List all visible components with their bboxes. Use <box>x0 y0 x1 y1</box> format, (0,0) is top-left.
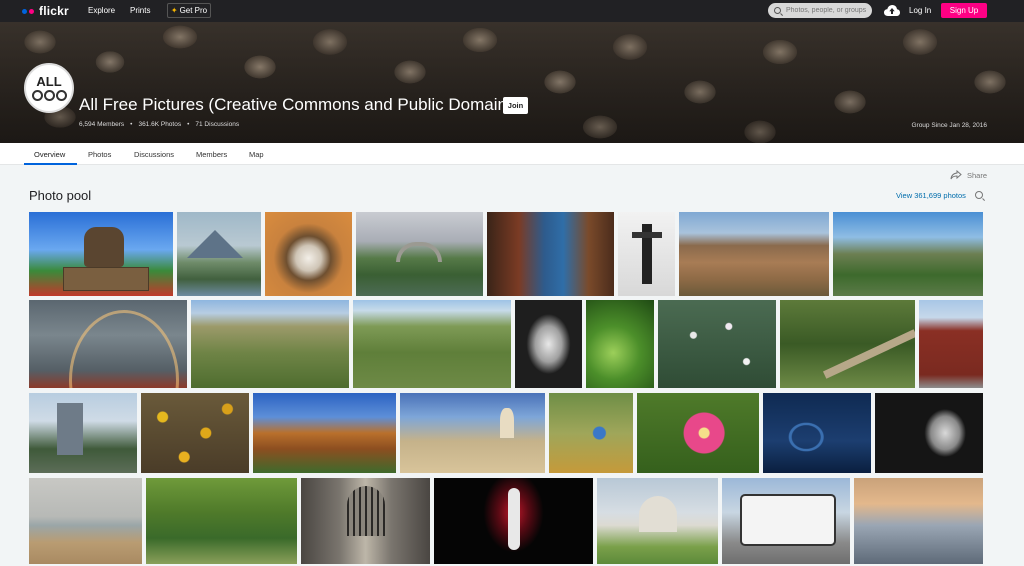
search-box[interactable] <box>768 3 872 18</box>
photo-red-hills[interactable] <box>679 212 829 296</box>
tab-map[interactable]: Map <box>249 150 264 159</box>
photo-animal-pipe[interactable] <box>265 212 352 296</box>
search-icon <box>774 7 781 14</box>
photo-pool-title: Photo pool <box>29 188 92 203</box>
photo-seaside-promenade[interactable] <box>400 393 545 473</box>
discussions-count: 71 Discussions <box>195 121 240 128</box>
view-all-photos-link[interactable]: View 361,699 photos <box>896 191 966 200</box>
upload-cloud-icon[interactable] <box>884 4 900 17</box>
photo-green-mountains[interactable] <box>833 212 983 296</box>
group-title: All Free Pictures (Creative Commons and … <box>79 95 513 114</box>
cc-ring-icon <box>55 90 67 101</box>
group-avatar-rings <box>31 90 67 101</box>
photo-fallen-tree[interactable] <box>780 300 915 388</box>
active-tab-indicator <box>24 163 77 165</box>
photo-dancer-red-light[interactable] <box>434 478 593 564</box>
photo-double-rainbow[interactable] <box>29 300 187 388</box>
get-pro-button[interactable]: ✦ Get Pro <box>167 3 211 18</box>
photo-city-tower[interactable] <box>29 393 137 473</box>
tab-photos[interactable]: Photos <box>88 150 111 159</box>
photo-car-dashboard[interactable] <box>763 393 871 473</box>
photo-classical-rotunda[interactable] <box>597 478 718 564</box>
group-subnav: Overview Photos Discussions Members Map <box>0 143 1024 165</box>
logo-blue-dot <box>22 8 27 14</box>
photo-green-plant[interactable] <box>586 300 654 388</box>
group-since: Group Since Jan 28, 2016 <box>911 122 987 129</box>
photo-statue-pole[interactable] <box>618 212 675 296</box>
photo-baseball-statue[interactable] <box>29 212 173 296</box>
login-link[interactable]: Log In <box>909 6 931 15</box>
signup-button[interactable]: Sign Up <box>941 3 987 18</box>
tab-overview[interactable]: Overview <box>34 150 65 159</box>
group-avatar-text: ALL <box>36 74 62 89</box>
share-button[interactable]: Share <box>950 170 987 180</box>
top-navigation-bar: flickr Explore Prints ✦ Get Pro Log In S… <box>0 0 1024 22</box>
photo-white-flowers[interactable] <box>658 300 776 388</box>
photo-old-man-portrait[interactable] <box>875 393 983 473</box>
group-stats: 6,594 Members • 361.6K Photos • 71 Discussio… <box>79 121 239 128</box>
share-arrow-icon <box>950 170 962 180</box>
photo-double-decker-bus[interactable] <box>722 478 850 564</box>
photo-pier-sunset[interactable] <box>854 478 983 564</box>
separator-dot: • <box>130 121 133 128</box>
get-pro-label: Get Pro <box>179 6 208 15</box>
photo-mountain-harbor[interactable] <box>177 212 261 296</box>
photo-pink-flower[interactable] <box>637 393 759 473</box>
photo-steppe-shrubs[interactable] <box>191 300 349 388</box>
photo-stone-bridge[interactable] <box>356 212 483 296</box>
cc-ring-icon <box>43 90 55 101</box>
search-input[interactable] <box>786 7 866 14</box>
join-button[interactable]: Join <box>503 97 528 114</box>
photo-stone-corridor[interactable] <box>301 478 430 564</box>
pool-search-icon[interactable] <box>975 191 983 199</box>
members-count: 6,594 Members <box>79 121 125 128</box>
tab-discussions[interactable]: Discussions <box>134 150 174 159</box>
tab-members[interactable]: Members <box>196 150 227 159</box>
cc-ring-icon <box>31 90 43 101</box>
share-label: Share <box>967 170 988 180</box>
group-avatar[interactable]: ALL <box>24 63 74 113</box>
photo-cliff-water[interactable] <box>253 393 396 473</box>
logo-pink-dot <box>29 8 34 14</box>
photo-beach-people[interactable] <box>29 478 142 564</box>
photo-yellow-flowers[interactable] <box>141 393 249 473</box>
logo-text: flickr <box>39 4 69 18</box>
photo-forest-river[interactable] <box>146 478 297 564</box>
photos-count: 361.6K Photos <box>138 121 182 128</box>
photo-market-costumes[interactable] <box>487 212 614 296</box>
nav-explore[interactable]: Explore <box>88 6 115 15</box>
photo-woman-portrait[interactable] <box>515 300 582 388</box>
nav-prints[interactable]: Prints <box>130 6 150 15</box>
sparkle-icon: ✦ <box>170 6 178 15</box>
separator-dot: • <box>187 121 190 128</box>
flickr-logo[interactable]: flickr <box>22 4 69 18</box>
photo-field-path[interactable] <box>353 300 511 388</box>
photo-kingfisher[interactable] <box>549 393 633 473</box>
photo-brick-building[interactable] <box>919 300 983 388</box>
